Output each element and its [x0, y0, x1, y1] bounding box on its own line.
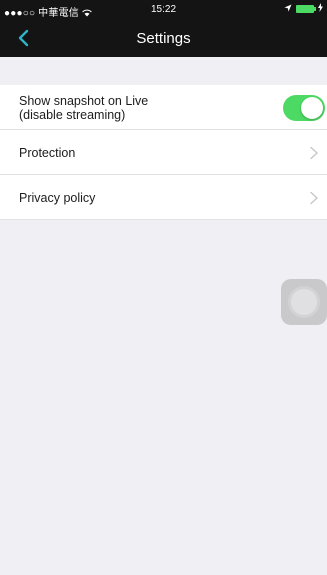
assistive-touch-icon: [291, 289, 317, 315]
snapshot-setting-label: Show snapshot on Live (disable streaming…: [19, 94, 149, 122]
settings-list: Show snapshot on Live (disable streaming…: [0, 85, 327, 220]
charging-icon: [318, 3, 323, 15]
privacy-policy-label: Privacy policy: [19, 191, 96, 205]
protection-row[interactable]: Protection: [0, 130, 327, 175]
status-time: 15:22: [150, 4, 177, 15]
privacy-policy-row[interactable]: Privacy policy: [0, 175, 327, 220]
chevron-right-icon: [310, 191, 319, 205]
battery-icon: [296, 5, 316, 13]
location-arrow-icon: [284, 4, 292, 15]
navigation-bar: Settings: [0, 20, 327, 57]
snapshot-setting-row: Show snapshot on Live (disable streaming…: [0, 85, 327, 130]
status-right: [284, 3, 323, 15]
chevron-right-icon: [310, 146, 319, 160]
section-spacer: [0, 57, 327, 85]
toggle-knob: [301, 97, 323, 119]
page-title: Settings: [136, 30, 191, 47]
snapshot-toggle[interactable]: [283, 95, 325, 121]
status-bar: ●●●○○ 中華電信 15:22: [0, 0, 327, 20]
protection-label: Protection: [19, 146, 76, 160]
assistive-touch-button[interactable]: [281, 279, 327, 325]
